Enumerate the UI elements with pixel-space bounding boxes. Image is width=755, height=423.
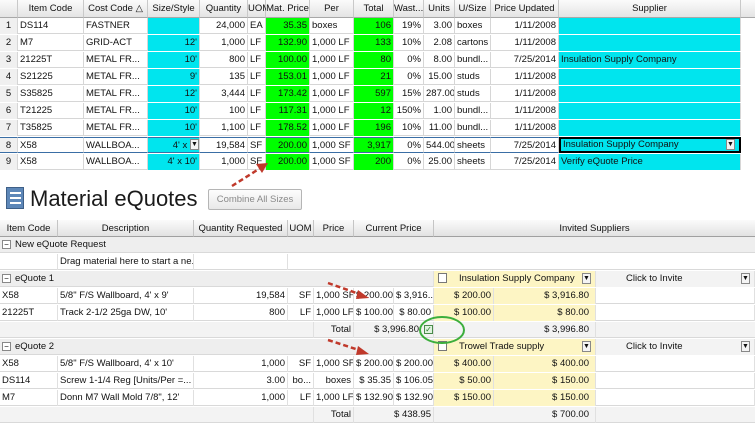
arrow-head (256, 163, 268, 173)
highlight-circle (419, 316, 465, 344)
arrow-head (356, 346, 369, 355)
arrow-annotation (327, 338, 363, 353)
arrow-head (356, 290, 369, 299)
arrow-annotation (231, 165, 263, 188)
arrow-annotation (327, 281, 363, 297)
annotation-overlay (231, 163, 465, 355)
